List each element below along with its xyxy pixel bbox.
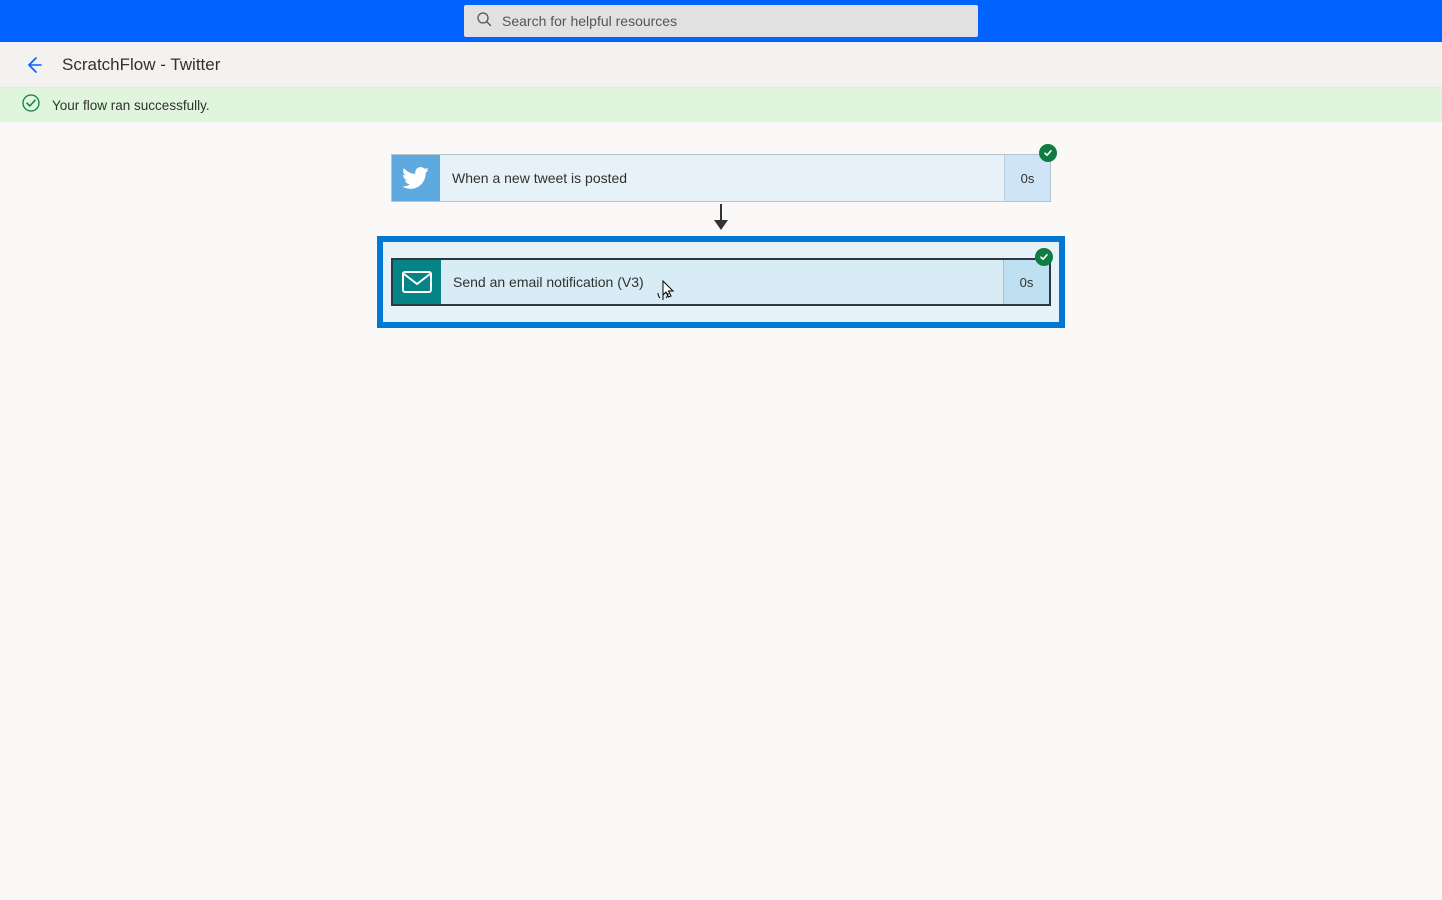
search-input[interactable] (502, 13, 966, 29)
back-arrow-icon[interactable] (24, 55, 44, 75)
trigger-label: When a new tweet is posted (440, 155, 1004, 201)
action-label: Send an email notification (V3) (441, 260, 1003, 304)
twitter-icon (392, 155, 440, 201)
connector-arrow-icon (720, 204, 722, 230)
action-step[interactable]: Send an email notification (V3) 0s (391, 258, 1051, 306)
flow-canvas: When a new tweet is posted 0s Send an em… (0, 122, 1442, 328)
search-icon (476, 11, 492, 32)
success-message: Your flow ran successfully. (52, 98, 210, 113)
page-title: ScratchFlow - Twitter (62, 55, 220, 75)
success-banner: Your flow ran successfully. (0, 88, 1442, 122)
action-success-badge-icon (1035, 248, 1053, 266)
trigger-step-wrap: When a new tweet is posted 0s (391, 154, 1051, 202)
action-step-selection: Send an email notification (V3) 0s (377, 236, 1065, 328)
success-check-icon (22, 94, 40, 117)
trigger-success-badge-icon (1039, 144, 1057, 162)
trigger-step[interactable]: When a new tweet is posted 0s (391, 154, 1051, 202)
trigger-duration: 0s (1004, 155, 1050, 201)
action-duration: 0s (1003, 260, 1049, 304)
top-app-bar (0, 0, 1442, 42)
breadcrumb-bar: ScratchFlow - Twitter (0, 42, 1442, 88)
mail-icon (393, 260, 441, 304)
search-box[interactable] (464, 5, 978, 37)
